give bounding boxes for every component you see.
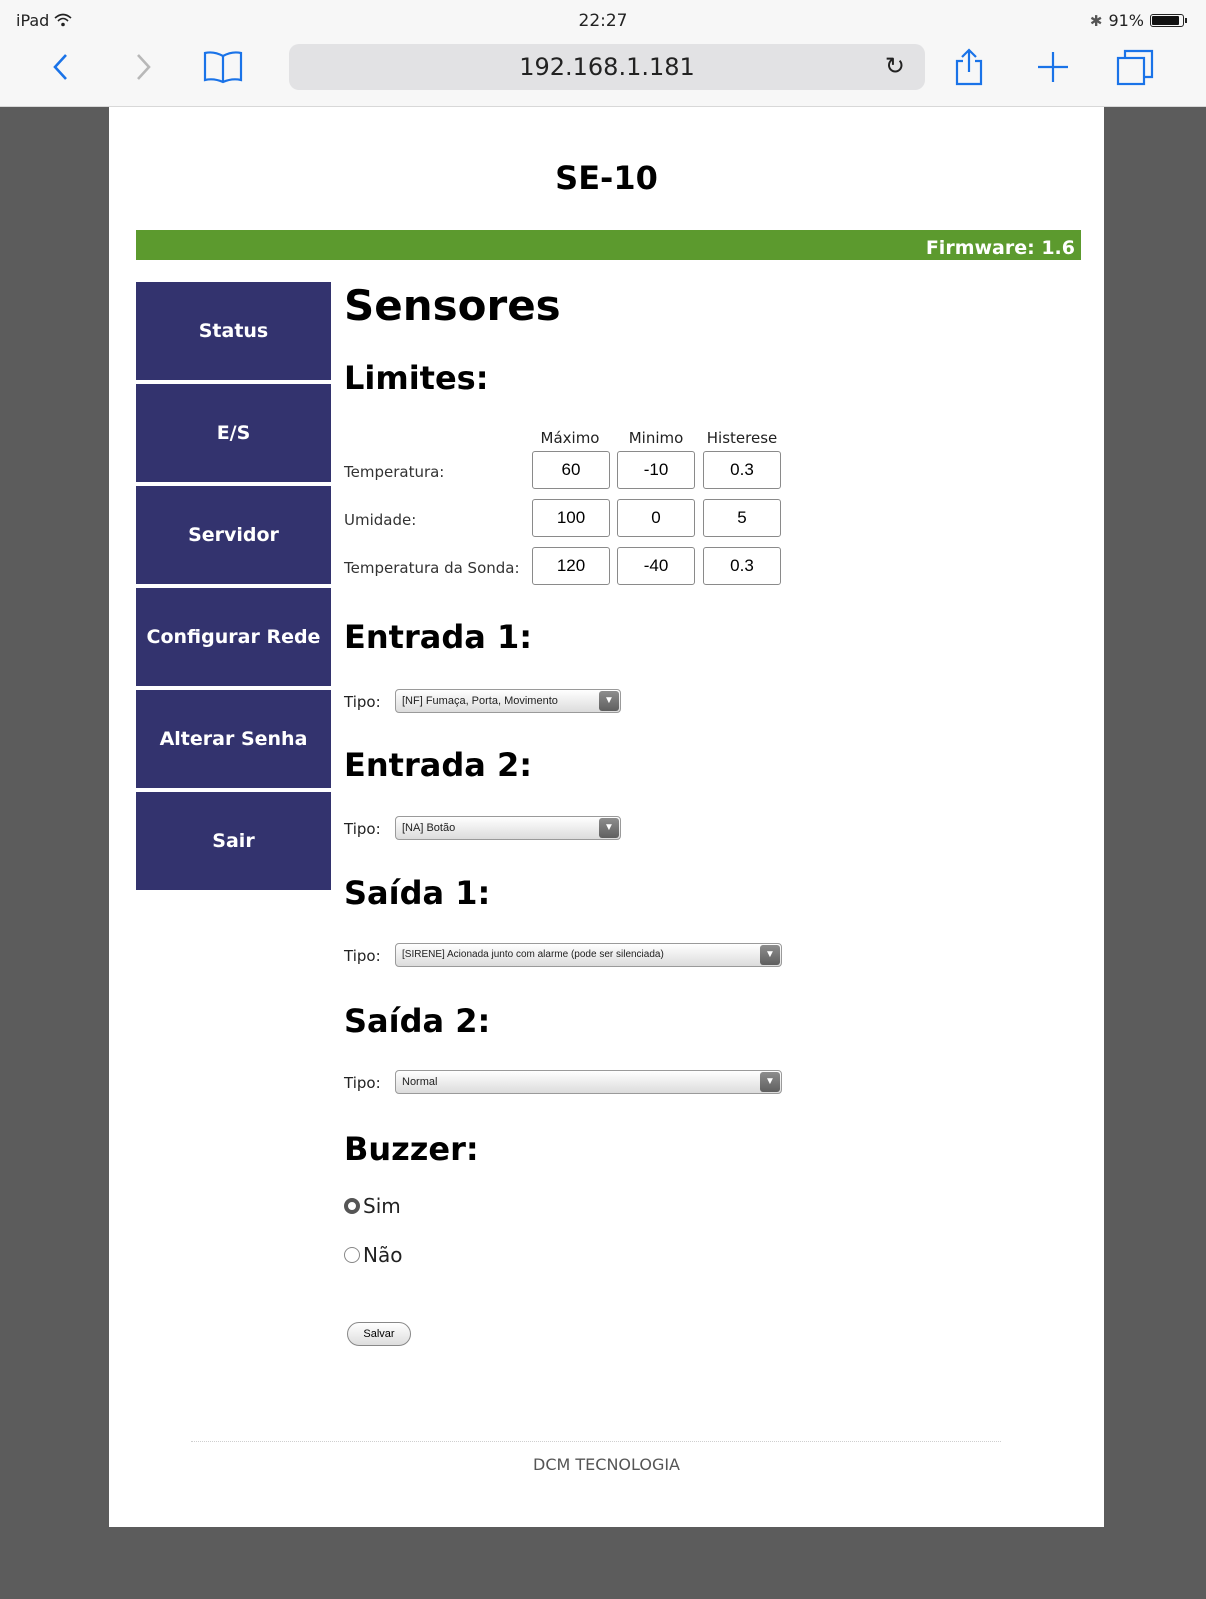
umidade-max-input[interactable]: 100 <box>532 499 610 537</box>
saida1-select[interactable]: [SIRENE] Acionada junto com alarme (pode… <box>395 943 782 967</box>
reload-icon[interactable]: ↻ <box>885 52 905 80</box>
chevron-down-icon: ▼ <box>760 945 780 965</box>
select-value: Normal <box>402 1076 438 1088</box>
battery-status: ✱ 91% <box>1089 11 1187 30</box>
save-button[interactable]: Salvar <box>347 1322 411 1346</box>
firmware-bar: Firmware: 1.6 <box>136 230 1081 260</box>
sidebar-menu: Status E/S Servidor Configurar Rede Alte… <box>136 282 331 894</box>
sidebar-item-servidor[interactable]: Servidor <box>136 486 331 584</box>
entrada2-heading: Entrada 2: <box>344 746 533 784</box>
new-tab-icon[interactable] <box>1030 44 1076 90</box>
radio-label: Sim <box>363 1194 401 1218</box>
tipo-label: Tipo: <box>344 947 381 965</box>
temperatura-hist-input[interactable]: 0.3 <box>703 451 781 489</box>
footer-divider <box>191 1441 1001 1442</box>
chevron-down-icon: ▼ <box>599 818 619 838</box>
column-header-histerese: Histerese <box>706 429 778 447</box>
firmware-version: Firmware: 1.6 <box>925 237 1075 259</box>
buzzer-option-nao[interactable]: Não <box>344 1243 402 1267</box>
share-icon[interactable] <box>946 44 992 90</box>
entrada1-select[interactable]: [NF] Fumaça, Porta, Movimento ▼ <box>395 689 621 713</box>
select-value: [SIRENE] Acionada junto com alarme (pode… <box>402 949 664 960</box>
saida1-heading: Saída 1: <box>344 874 491 912</box>
umidade-min-input[interactable]: 0 <box>617 499 695 537</box>
forward-icon[interactable] <box>120 44 166 90</box>
sidebar-item-es[interactable]: E/S <box>136 384 331 482</box>
sidebar-item-alterar-senha[interactable]: Alterar Senha <box>136 690 331 788</box>
temperatura-min-input[interactable]: -10 <box>617 451 695 489</box>
url-text: 192.168.1.181 <box>519 53 695 81</box>
status-bar: iPad 22:27 ✱ 91% <box>0 0 1206 40</box>
sidebar-item-configurar-rede[interactable]: Configurar Rede <box>136 588 331 686</box>
safari-toolbar: 192.168.1.181 ↻ <box>0 40 1206 96</box>
column-header-minimo: Minimo <box>628 429 684 447</box>
radio-button[interactable] <box>344 1247 360 1263</box>
limit-row-label: Umidade: <box>344 511 417 529</box>
limit-row-label: Temperatura: <box>344 463 445 481</box>
bookmarks-icon[interactable] <box>200 44 246 90</box>
battery-percent: 91% <box>1108 11 1144 30</box>
sidebar-item-sair[interactable]: Sair <box>136 792 331 890</box>
chevron-down-icon: ▼ <box>760 1072 780 1092</box>
page-title: Sensores <box>344 281 561 330</box>
umidade-hist-input[interactable]: 5 <box>703 499 781 537</box>
temperatura-max-input[interactable]: 60 <box>532 451 610 489</box>
radio-button-checked[interactable] <box>344 1198 360 1214</box>
web-page: SE-10 Firmware: 1.6 Status E/S Servidor … <box>109 107 1104 1527</box>
buzzer-heading: Buzzer: <box>344 1130 479 1168</box>
battery-icon <box>1150 14 1187 27</box>
limits-heading: Limites: <box>344 359 489 397</box>
select-value: [NF] Fumaça, Porta, Movimento <box>402 695 558 707</box>
tabs-icon[interactable] <box>1112 44 1158 90</box>
footer-text: DCM TECNOLOGIA <box>533 1455 680 1474</box>
column-header-maximo: Máximo <box>540 429 600 447</box>
limit-row-label: Temperatura da Sonda: <box>344 559 520 577</box>
tipo-label: Tipo: <box>344 693 381 711</box>
tipo-label: Tipo: <box>344 820 381 838</box>
sidebar-item-status[interactable]: Status <box>136 282 331 380</box>
sonda-min-input[interactable]: -40 <box>617 547 695 585</box>
browser-chrome: iPad 22:27 ✱ 91% 192.168.1.181 ↻ <box>0 0 1206 107</box>
tipo-label: Tipo: <box>344 1074 381 1092</box>
radio-label: Não <box>363 1243 403 1267</box>
saida2-heading: Saída 2: <box>344 1002 491 1040</box>
buzzer-option-sim[interactable]: Sim <box>344 1194 401 1218</box>
bluetooth-icon: ✱ <box>1089 11 1103 30</box>
back-icon[interactable] <box>38 44 84 90</box>
sonda-hist-input[interactable]: 0.3 <box>703 547 781 585</box>
site-title: SE-10 <box>555 159 658 197</box>
entrada1-heading: Entrada 1: <box>344 618 533 656</box>
select-value: [NA] Botão <box>402 822 456 834</box>
address-bar[interactable]: 192.168.1.181 ↻ <box>289 44 925 90</box>
entrada2-select[interactable]: [NA] Botão ▼ <box>395 816 621 840</box>
sonda-max-input[interactable]: 120 <box>532 547 610 585</box>
clock: 22:27 <box>578 11 628 31</box>
saida2-select[interactable]: Normal ▼ <box>395 1070 782 1094</box>
chevron-down-icon: ▼ <box>599 691 619 711</box>
